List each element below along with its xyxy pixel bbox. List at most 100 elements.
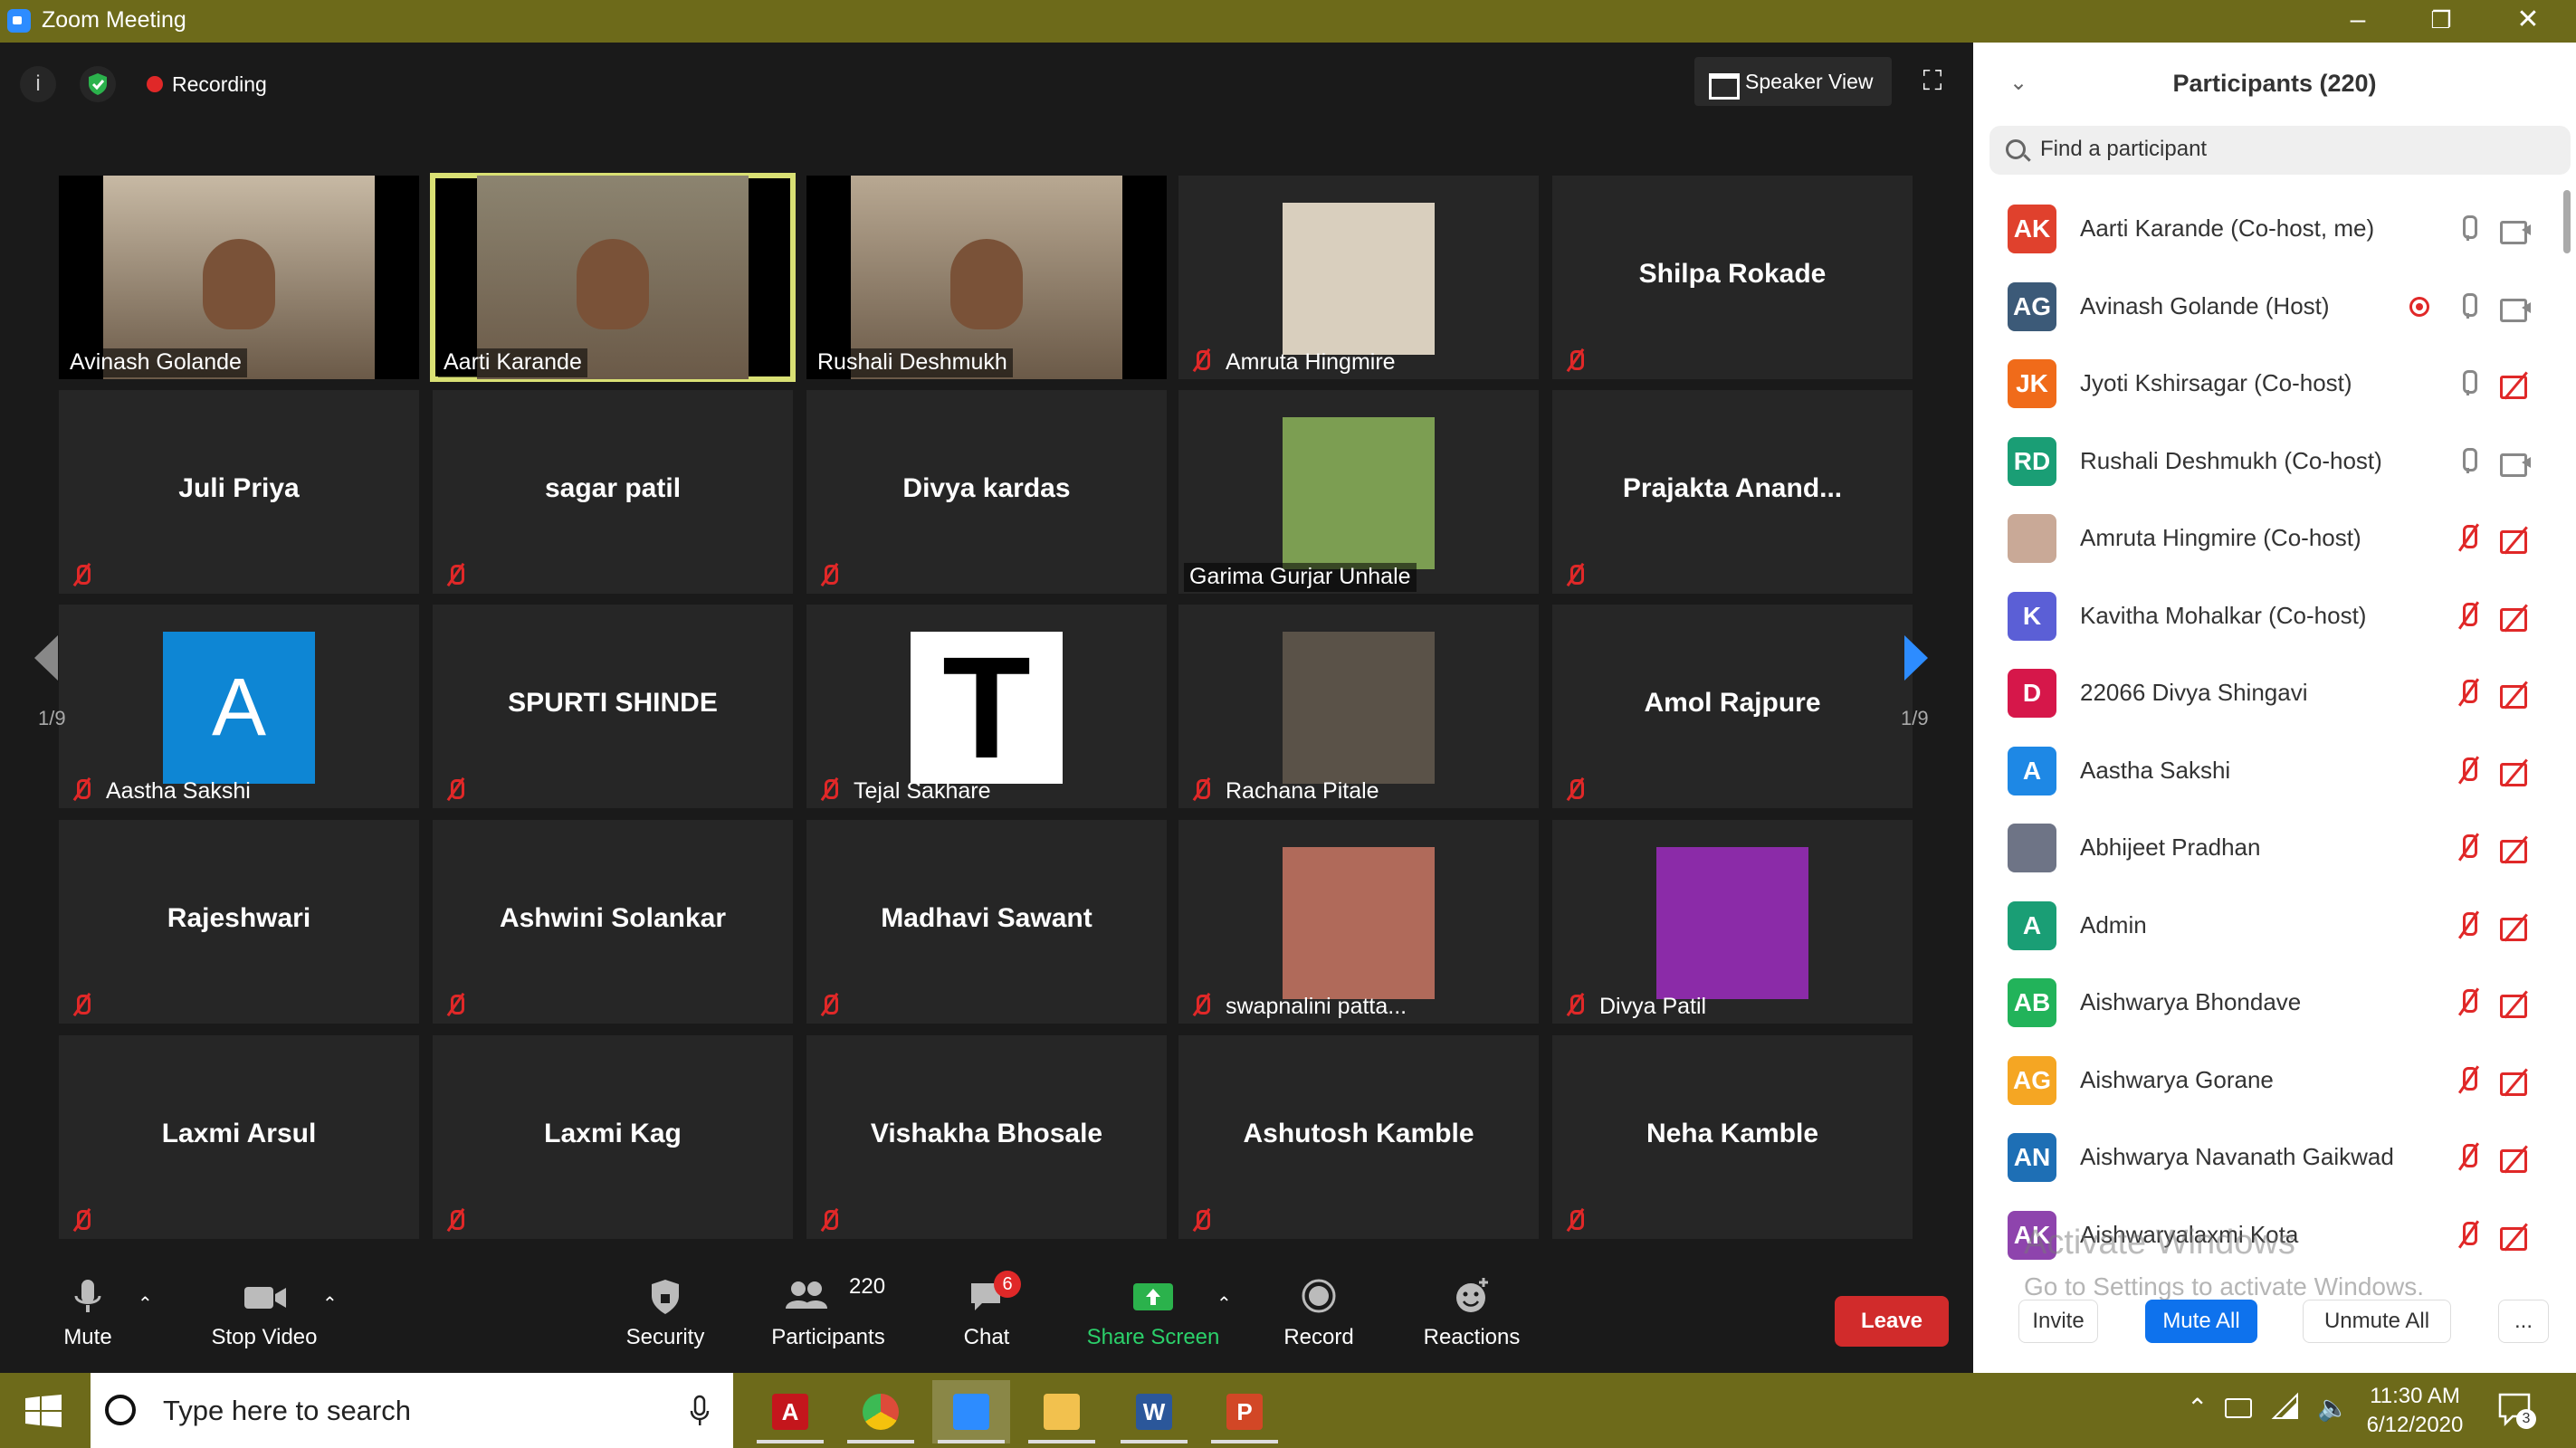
participant-video-tile[interactable]: A Aastha Sakshi: [59, 605, 419, 808]
video-off-icon[interactable]: [2498, 523, 2534, 554]
participant-row[interactable]: A Aastha Sakshi: [1973, 732, 2552, 810]
participant-video-tile[interactable]: Rushali Deshmukh: [806, 176, 1167, 379]
invite-button[interactable]: Invite: [2018, 1300, 2098, 1343]
leave-button[interactable]: Leave: [1835, 1296, 1949, 1347]
participant-video-tile[interactable]: Juli Priya: [59, 390, 419, 594]
video-off-icon[interactable]: [2498, 368, 2534, 399]
muted-microphone-icon[interactable]: [2455, 1063, 2482, 1098]
microphone-icon[interactable]: [2455, 212, 2482, 246]
recording-indicator[interactable]: Recording: [141, 68, 267, 100]
video-camera-icon[interactable]: [2498, 291, 2534, 322]
info-icon[interactable]: i: [20, 66, 56, 102]
muted-microphone-icon[interactable]: [2455, 754, 2482, 788]
participant-list-scrollbar[interactable]: [2563, 190, 2571, 253]
show-hidden-icons-icon[interactable]: ⌃: [2187, 1393, 2208, 1423]
video-off-icon[interactable]: [2498, 678, 2534, 709]
powerpoint-taskbar-button[interactable]: P: [1206, 1380, 1283, 1443]
microphone-icon[interactable]: [2455, 367, 2482, 401]
video-off-icon[interactable]: [2498, 987, 2534, 1018]
participant-video-tile[interactable]: Amol Rajpure: [1552, 605, 1913, 808]
video-off-icon[interactable]: [2498, 833, 2534, 863]
participant-video-tile[interactable]: Laxmi Arsul: [59, 1035, 419, 1239]
windows-start-icon[interactable]: [25, 1395, 62, 1432]
stop-video-button[interactable]: Stop Video: [192, 1274, 337, 1365]
participant-row[interactable]: Abhijeet Pradhan: [1973, 809, 2552, 887]
muted-microphone-icon[interactable]: [2455, 1218, 2482, 1253]
participant-video-tile[interactable]: Ashwini Solankar: [433, 820, 793, 1024]
fullscreen-icon[interactable]: ⛶: [1915, 64, 1950, 99]
mute-all-button[interactable]: Mute All: [2145, 1300, 2257, 1343]
participant-row[interactable]: K Kavitha Mohalkar (Co-host): [1973, 577, 2552, 655]
participant-video-tile[interactable]: T Tejal Sakhare: [806, 605, 1167, 808]
participant-row[interactable]: AG Avinash Golande (Host): [1973, 268, 2552, 346]
participant-video-tile[interactable]: Prajakta Anand...: [1552, 390, 1913, 594]
participant-video-tile[interactable]: Aarti Karande: [430, 173, 796, 382]
wifi-icon[interactable]: [2270, 1391, 2301, 1428]
notifications-icon[interactable]: 3: [2496, 1389, 2536, 1429]
reactions-button[interactable]: Reactions: [1417, 1274, 1526, 1365]
participant-video-tile[interactable]: Neha Kamble: [1552, 1035, 1913, 1239]
record-button[interactable]: Record: [1278, 1274, 1360, 1365]
microphone-icon[interactable]: [2455, 444, 2482, 479]
participant-video-tile[interactable]: Avinash Golande: [59, 176, 419, 379]
video-off-icon[interactable]: [2498, 1220, 2534, 1251]
chrome-taskbar-button[interactable]: [842, 1380, 920, 1443]
video-camera-icon[interactable]: [2498, 446, 2534, 477]
taskbar-search-box[interactable]: Type here to search: [91, 1373, 733, 1448]
muted-microphone-icon[interactable]: [2455, 831, 2482, 865]
zoom-taskbar-button[interactable]: [932, 1380, 1010, 1443]
participant-row[interactable]: A Admin: [1973, 887, 2552, 965]
more-options-button[interactable]: ...: [2498, 1300, 2549, 1343]
participant-video-tile[interactable]: Rachana Pitale: [1178, 605, 1539, 808]
muted-microphone-icon[interactable]: [2455, 1140, 2482, 1175]
participant-row[interactable]: Amruta Hingmire (Co-host): [1973, 500, 2552, 577]
participant-video-tile[interactable]: Ashutosh Kamble: [1178, 1035, 1539, 1239]
minimize-button[interactable]: –: [2317, 0, 2399, 43]
participant-video-tile[interactable]: Laxmi Kag: [433, 1035, 793, 1239]
participant-video-tile[interactable]: Divya kardas: [806, 390, 1167, 594]
video-options-caret-icon[interactable]: ⌃: [322, 1292, 338, 1315]
muted-microphone-icon[interactable]: [2455, 521, 2482, 556]
speaker-view-button[interactable]: Speaker View: [1694, 57, 1892, 106]
encryption-shield-icon[interactable]: [80, 66, 116, 102]
battery-icon[interactable]: [2225, 1398, 2252, 1418]
participant-video-tile[interactable]: Rajeshwari: [59, 820, 419, 1024]
taskbar-microphone-icon[interactable]: [688, 1393, 711, 1429]
prev-page-button[interactable]: 1/9: [25, 626, 80, 789]
participant-row[interactable]: RD Rushali Deshmukh (Co-host): [1973, 423, 2552, 500]
volume-icon[interactable]: 🔈: [2317, 1393, 2349, 1423]
participant-video-tile[interactable]: Divya Patil: [1552, 820, 1913, 1024]
video-off-icon[interactable]: [2498, 1142, 2534, 1173]
microphone-icon[interactable]: [2455, 290, 2482, 324]
participant-row[interactable]: AB Aishwarya Bhondave: [1973, 964, 2552, 1042]
explorer-taskbar-button[interactable]: [1023, 1380, 1101, 1443]
participants-button[interactable]: 220 Participants: [760, 1274, 896, 1365]
participant-video-tile[interactable]: SPURTI SHINDE: [433, 605, 793, 808]
participant-video-tile[interactable]: Madhavi Sawant: [806, 820, 1167, 1024]
muted-microphone-icon[interactable]: [2455, 986, 2482, 1020]
muted-microphone-icon[interactable]: [2455, 676, 2482, 710]
participant-row[interactable]: AK Aarti Karande (Co-host, me): [1973, 190, 2552, 268]
participant-row[interactable]: AG Aishwarya Gorane: [1973, 1042, 2552, 1119]
audio-options-caret-icon[interactable]: ⌃: [138, 1292, 153, 1315]
video-off-icon[interactable]: [2498, 601, 2534, 632]
muted-microphone-icon[interactable]: [2455, 599, 2482, 634]
share-screen-button[interactable]: Share Screen: [1083, 1274, 1224, 1365]
word-taskbar-button[interactable]: W: [1115, 1380, 1193, 1443]
video-camera-icon[interactable]: [2498, 214, 2534, 244]
security-button[interactable]: Security: [615, 1274, 715, 1365]
video-off-icon[interactable]: [2498, 1065, 2534, 1096]
participant-video-tile[interactable]: Vishakha Bhosale: [806, 1035, 1167, 1239]
share-options-caret-icon[interactable]: ⌃: [1216, 1292, 1232, 1315]
next-page-button[interactable]: 1/9: [1892, 626, 1946, 789]
participant-video-tile[interactable]: sagar patil: [433, 390, 793, 594]
chat-button[interactable]: 6 Chat: [950, 1271, 1023, 1365]
muted-microphone-icon[interactable]: [2455, 909, 2482, 943]
video-off-icon[interactable]: [2498, 756, 2534, 786]
participant-search-input[interactable]: Find a participant: [1989, 126, 2571, 175]
participant-video-tile[interactable]: swapnalini patta...: [1178, 820, 1539, 1024]
taskbar-clock[interactable]: 11:30 AM 6/12/2020: [2366, 1382, 2464, 1440]
participant-video-tile[interactable]: Garima Gurjar Unhale: [1178, 390, 1539, 594]
unmute-all-button[interactable]: Unmute All: [2303, 1300, 2451, 1343]
participant-video-tile[interactable]: Shilpa Rokade: [1552, 176, 1913, 379]
